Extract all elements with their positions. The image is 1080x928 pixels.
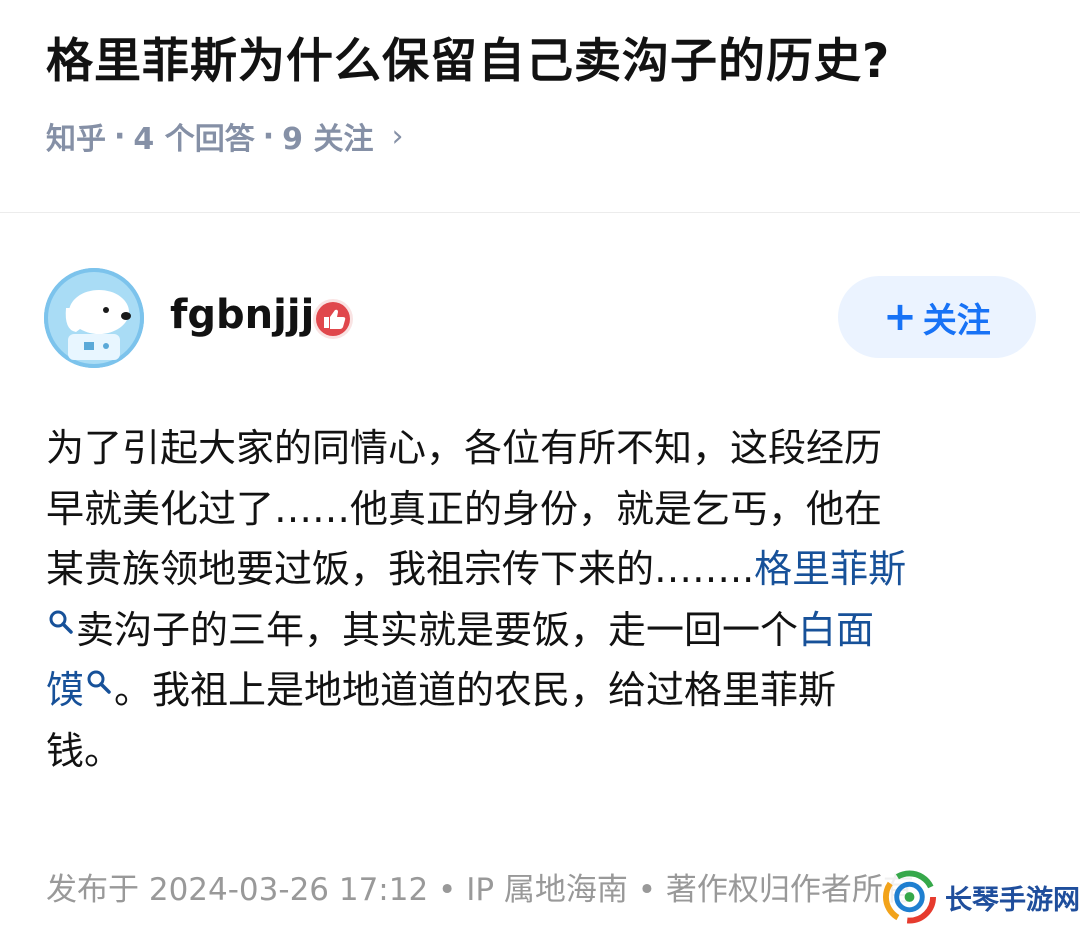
avatar[interactable] xyxy=(44,268,144,368)
search-icon[interactable] xyxy=(48,609,74,635)
divider xyxy=(0,212,1080,213)
follow-count: 9 关注 xyxy=(282,122,374,157)
site-logo-icon xyxy=(882,870,937,924)
question-title[interactable]: 格里菲斯为什么保留自己卖沟子的历史? xyxy=(46,22,890,91)
answer-text: 。我祖上是地地道道的农民，给过格里菲斯 xyxy=(114,668,837,712)
answer-page: 格里菲斯为什么保留自己卖沟子的历史? 知乎 · 4 个回答 · 9 关注 › f… xyxy=(0,0,1080,928)
answer-count: 4 个回答 xyxy=(133,122,255,157)
follow-button-label: 关注 xyxy=(922,300,991,341)
thumbs-up-badge-icon xyxy=(312,298,354,340)
publish-info: 发布于 2024-03-26 17:12 • IP 属地海南 • 著作权归作者所… xyxy=(46,872,914,908)
plus-icon: + xyxy=(883,294,917,340)
author-name[interactable]: fgbnjjj xyxy=(170,292,314,338)
answer-line: 钱。 xyxy=(46,728,123,773)
chevron-right-icon: › xyxy=(391,118,404,154)
answer-text: 某贵族领地要过饭，我祖宗传下来的…….. xyxy=(46,547,755,591)
follow-button[interactable]: + 关注 xyxy=(838,276,1036,358)
watermark: 长琴手游网 xyxy=(882,866,1080,928)
source-label: 知乎 xyxy=(46,122,106,157)
answer-text: 卖沟子的三年，其实就是要饭，走一回一个 xyxy=(76,607,799,652)
meta-separator: · xyxy=(114,118,126,154)
answer-line: 为了引起大家的同情心，各位有所不知，这段经历 xyxy=(46,426,883,470)
meta-separator: · xyxy=(262,118,275,154)
keyword-link-griffith[interactable]: 格里菲斯 xyxy=(754,547,906,591)
keyword-link-mo[interactable]: 馍 xyxy=(46,668,84,712)
watermark-text: 长琴手游网 xyxy=(945,884,1080,916)
question-meta[interactable]: 知乎 · 4 个回答 · 9 关注 › xyxy=(46,114,403,158)
keyword-link-mantou[interactable]: 白面 xyxy=(798,608,874,652)
answer-line: 早就美化过了……他真正的身份，就是乞丐，他在 xyxy=(46,486,883,531)
answer-line: 某贵族领地要过饭，我祖宗传下来的……..格里菲斯 xyxy=(46,539,1046,600)
answer-line: 馍。我祖上是地地道道的农民，给过格里菲斯 xyxy=(46,660,1046,721)
answer-body[interactable]: 为了引起大家的同情心，各位有所不知，这段经历 早就美化过了……他真正的身份，就是… xyxy=(46,418,1046,781)
search-icon[interactable] xyxy=(86,669,112,695)
answer-line: 卖沟子的三年，其实就是要饭，走一回一个白面 xyxy=(46,600,1046,661)
